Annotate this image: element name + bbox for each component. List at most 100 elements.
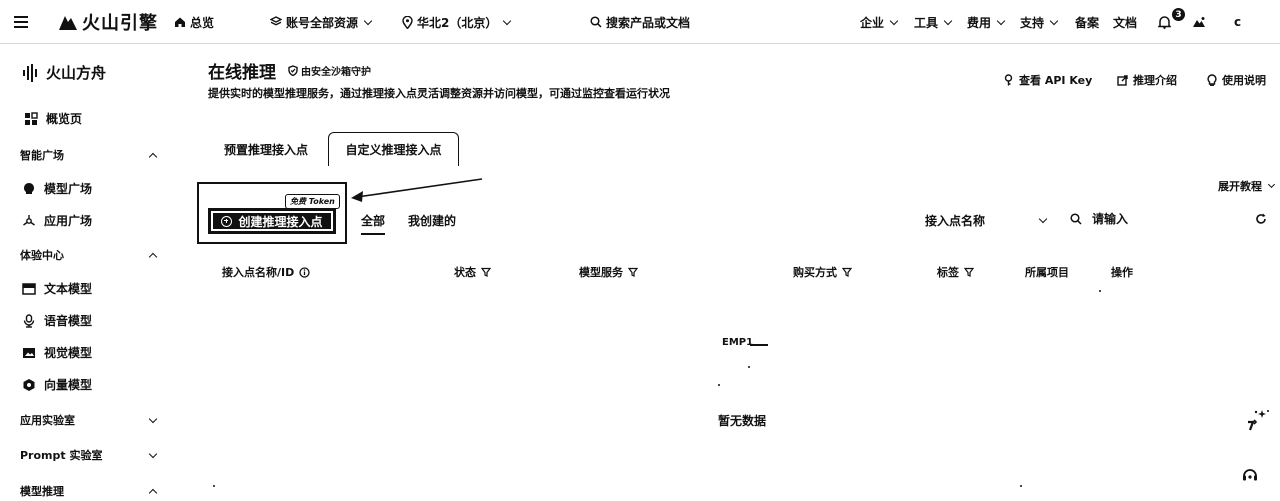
filter-icon [628,267,638,277]
sidebar-item-label: 向量模型 [44,378,93,392]
sidebar-product-name: 火山方舟 [46,64,107,82]
location-pin-icon [402,15,413,29]
noise-dot [748,366,750,368]
docs-link[interactable]: 文档 [1113,0,1137,44]
menu-enterprise[interactable]: 企业 [860,0,900,44]
chevron-down-icon [1038,214,1048,224]
customer-service-button[interactable] [1240,465,1260,485]
sidebar-item-overview[interactable]: 概览页 [24,110,82,127]
sidebar-item-model-plaza[interactable]: 模型广场 [22,180,92,197]
sidebar: 火山方舟 概览页 智能广场 模型广场 应用广场 体验中心 文本模型 语音模型 视… [0,44,162,501]
user-avatar[interactable]: c [1234,0,1241,44]
tab-preset-endpoints[interactable]: 预置推理接入点 [208,132,324,166]
record-label: 备案 [1075,15,1100,30]
info-icon[interactable] [299,266,310,278]
column-header-actions: 操作 [1111,264,1133,280]
sidebar-group-model-inference[interactable]: 模型推理 [20,483,158,499]
sidebar-item-label: 文本模型 [44,282,93,296]
shield-icon [288,65,298,76]
endpoint-search[interactable] [1070,212,1240,226]
app-network-icon [22,214,36,228]
global-search[interactable]: 搜索产品或文档 [590,0,690,44]
sidebar-group-label: 智能广场 [20,149,64,162]
tab-custom-endpoints[interactable]: 自定义推理接入点 [328,132,459,166]
sidebar-item-app-plaza[interactable]: 应用广场 [22,212,92,229]
search-field-select-label: 接入点名称 [925,214,986,228]
tab-label: 预置推理接入点 [223,142,308,157]
chevron-down-icon [996,16,1006,25]
sidebar-group-smart-plaza[interactable]: 智能广场 [20,147,158,163]
column-header-label: 购买方式 [793,266,837,279]
account-scope-dropdown[interactable]: 账号全部资源 [270,0,374,44]
sidebar-product-header[interactable]: 火山方舟 [22,62,106,83]
brand-logo[interactable]: 火山引擎 [58,0,158,44]
sidebar-item-vision-model[interactable]: 视觉模型 [22,344,92,361]
sidebar-item-label: 概览页 [46,112,83,126]
top-navigation-bar: 火山引擎 总览 账号全部资源 华北2（北京） 搜索产品或文档 企业 工具 费用 … [0,0,1280,44]
usage-guide-link[interactable]: 使用说明 [1207,72,1266,88]
ai-assistant-button[interactable] [1242,408,1270,434]
column-header-label: 标签 [937,266,959,279]
create-endpoint-button[interactable]: 创建推理接入点 [208,208,336,234]
filter-icon [481,267,491,277]
filter-all[interactable]: 全部 [361,212,386,235]
sidebar-item-text-model[interactable]: 文本模型 [22,280,92,297]
column-header-status[interactable]: 状态 [454,264,491,280]
free-token-badge: 免费 Token [285,194,340,209]
chevron-down-icon [1267,180,1276,189]
menu-support[interactable]: 支持 [1020,0,1060,44]
menu-billing-label: 费用 [967,15,992,30]
promo-button[interactable] [1192,0,1206,44]
search-field-select[interactable]: 接入点名称 [925,212,1049,229]
sidebar-item-vector-model[interactable]: 向量模型 [22,376,92,393]
menu-toggle-button[interactable] [14,0,28,44]
sidebar-group-label: 模型推理 [20,485,64,498]
page-subtitle: 提供实时的模型推理服务，通过推理接入点灵活调整资源并访问模型，可通过监控查看运行… [208,87,670,100]
column-header-label: 接入点名称/ID [222,266,295,279]
chevron-up-icon [148,488,158,497]
layers-icon [270,16,282,26]
region-dropdown[interactable]: 华北2（北京） [402,0,513,44]
menu-tools[interactable]: 工具 [914,0,954,44]
inference-intro-label: 推理介绍 [1133,74,1177,87]
record-link[interactable]: 备案 [1075,0,1099,44]
tab-label: 自定义推理接入点 [345,143,442,157]
column-header-purchase-method[interactable]: 购买方式 [793,264,852,280]
view-api-key-link[interactable]: 查看 API Key [1003,72,1092,88]
column-header-name: 接入点名称/ID [222,264,310,280]
nav-overview[interactable]: 总览 [174,0,214,44]
inference-intro-link[interactable]: 推理介绍 [1117,72,1177,88]
plus-circle-icon [221,215,233,227]
sidebar-item-label: 模型广场 [44,182,93,196]
notifications-button[interactable] [1158,0,1171,44]
create-endpoint-label: 创建推理接入点 [238,214,323,229]
key-icon [1004,74,1013,86]
menu-billing[interactable]: 费用 [967,0,1007,44]
brand-name: 火山引擎 [82,13,158,34]
filter-icon [842,267,852,277]
filter-created-by-me[interactable]: 我创建的 [408,212,456,229]
refresh-button[interactable] [1255,213,1267,228]
sidebar-group-app-lab[interactable]: 应用实验室 [20,412,158,428]
menu-enterprise-label: 企业 [860,15,885,30]
sidebar-group-label: Prompt 实验室 [20,449,103,462]
region-label: 华北2（北京） [417,15,498,30]
sidebar-item-voice-model[interactable]: 语音模型 [22,312,92,329]
sidebar-group-experience[interactable]: 体验中心 [20,247,158,263]
expand-tutorial-toggle[interactable]: 展开教程 [1218,178,1277,194]
column-header-project: 所属项目 [1025,264,1069,280]
search-icon [590,16,602,28]
filter-icon [964,267,974,277]
empty-state-message: 暂无数据 [718,414,767,428]
chevron-down-icon [363,16,373,25]
chevron-down-icon [148,449,158,458]
secure-sandbox-label: 由安全沙箱守护 [301,67,371,78]
menu-support-label: 支持 [1020,15,1045,30]
noise-dot [1099,290,1101,292]
endpoint-search-input[interactable] [1092,212,1222,226]
sidebar-group-prompt-lab[interactable]: Prompt 实验室 [20,447,158,463]
chevron-up-icon [148,152,158,161]
column-header-tags[interactable]: 标签 [937,264,974,280]
chevron-down-icon [889,16,899,25]
column-header-model-service[interactable]: 模型服务 [579,264,638,280]
